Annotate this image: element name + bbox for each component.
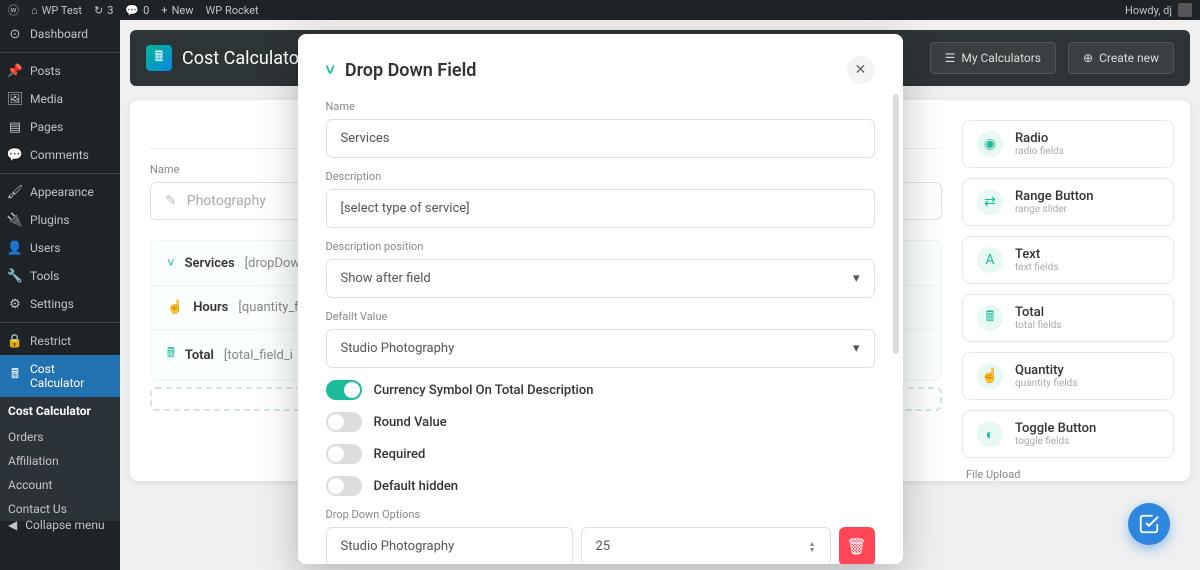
caret-down-icon: ▾ <box>853 271 860 286</box>
required-toggle[interactable] <box>326 444 362 464</box>
dropdown-field-modal: ˅ Drop Down Field ✕ Name Description Desc… <box>298 34 903 564</box>
name-input[interactable] <box>326 119 875 158</box>
default-hidden-toggle[interactable] <box>326 476 362 496</box>
description-label: Description <box>326 170 875 183</box>
currency-symbol-toggle[interactable] <box>326 380 362 400</box>
position-label: Description position <box>326 240 875 253</box>
required-toggle-label: Required <box>374 447 426 462</box>
default-value-label: Defailt Value <box>326 310 875 323</box>
description-input[interactable] <box>326 189 875 228</box>
modal-overlay: ˅ Drop Down Field ✕ Name Description Desc… <box>0 0 1200 570</box>
default-value-select[interactable]: Studio Photography▾ <box>326 329 875 368</box>
trash-icon: 🗑 <box>846 537 866 556</box>
option-name-input[interactable] <box>326 527 573 564</box>
modal-scrollbar[interactable] <box>893 94 899 354</box>
chevron-down-icon: ˅ <box>326 60 335 80</box>
checklist-icon <box>1138 513 1160 535</box>
close-icon: ✕ <box>855 62 867 78</box>
number-spinner[interactable]: ▲▼ <box>809 541 816 553</box>
help-fab-button[interactable] <box>1128 503 1170 545</box>
hidden-toggle-label: Default hidden <box>374 479 459 494</box>
name-label: Name <box>326 100 875 113</box>
round-toggle-label: Round Value <box>374 415 447 430</box>
modal-title-text: Drop Down Field <box>345 60 477 81</box>
delete-option-button[interactable]: 🗑 <box>839 527 875 564</box>
round-value-toggle[interactable] <box>326 412 362 432</box>
caret-down-icon: ▾ <box>853 341 860 356</box>
options-label: Drop Down Options <box>326 508 875 521</box>
currency-toggle-label: Currency Symbol On Total Description <box>374 383 594 398</box>
position-select[interactable]: Show after field▾ <box>326 259 875 298</box>
option-value-input[interactable]: 25▲▼ <box>581 527 831 564</box>
close-button[interactable]: ✕ <box>847 56 875 84</box>
